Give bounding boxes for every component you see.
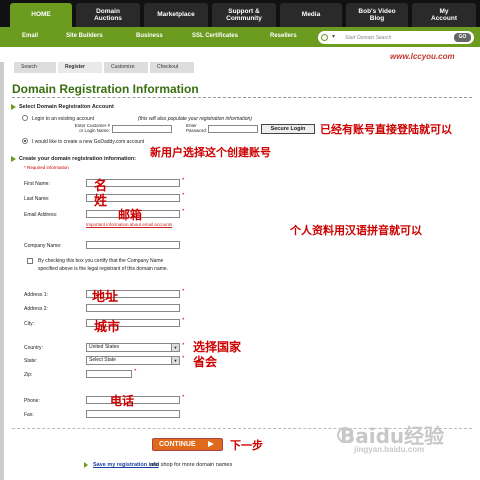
state-value: Select State xyxy=(89,357,116,363)
nav-tab-support[interactable]: Support & Community xyxy=(212,3,276,27)
annotation-address: 地址 xyxy=(92,290,119,305)
site-watermark-url: www.lccyou.com xyxy=(390,52,455,61)
required-mark: * xyxy=(134,369,137,375)
password-label: Enter Password: xyxy=(186,123,208,133)
subnav-business[interactable]: Business xyxy=(136,33,163,39)
fax-field[interactable] xyxy=(86,410,180,418)
save-registration-link[interactable]: Save my registration info xyxy=(93,462,159,468)
state-select[interactable]: Select State ▼ xyxy=(86,356,180,365)
required-note: * Required information xyxy=(24,165,69,170)
required-mark: * xyxy=(182,289,185,295)
create-heading: Create your domain registration informat… xyxy=(19,156,137,162)
nav-tab-domain-auctions[interactable]: Domain Auctions xyxy=(76,3,140,27)
nav-tab-blog[interactable]: Bob's Video Blog xyxy=(346,3,408,27)
step-search[interactable]: Search xyxy=(14,62,56,73)
address2-label: Address 2: xyxy=(24,306,48,312)
divider xyxy=(12,97,472,98)
step-customize[interactable]: Customize xyxy=(104,62,148,73)
company-label: Company Name: xyxy=(24,243,62,249)
annotation-phone: 电话 xyxy=(110,394,135,408)
nav-tab-home[interactable]: HOME xyxy=(10,3,72,27)
required-mark: * xyxy=(182,209,185,215)
city-label: City: xyxy=(24,321,34,327)
chevron-down-icon[interactable]: ▾ xyxy=(332,33,342,42)
zip-field[interactable] xyxy=(86,370,132,378)
address2-field[interactable] xyxy=(86,304,180,312)
subnav-site-builders[interactable]: Site Builders xyxy=(66,33,103,39)
search-icon[interactable] xyxy=(321,34,328,41)
annotation-city: 城市 xyxy=(94,320,121,335)
play-arrow-icon xyxy=(208,441,214,447)
new-account-label: I would like to create a new GoDaddy.com… xyxy=(32,139,145,145)
secure-login-button[interactable]: Secure Login xyxy=(261,124,315,134)
existing-account-label: Login to an existing account xyxy=(32,116,94,122)
nav-tab-media[interactable]: Media xyxy=(280,3,342,27)
required-mark: * xyxy=(182,343,185,349)
country-value: United States xyxy=(89,344,120,350)
link-arrow-icon xyxy=(84,462,90,468)
subnav-email[interactable]: Email xyxy=(22,33,38,39)
country-select[interactable]: United States ▼ xyxy=(86,343,180,352)
nav-tab-marketplace[interactable]: Marketplace xyxy=(144,3,208,27)
top-nav: HOME Domain Auctions Marketplace Support… xyxy=(0,0,480,27)
annotation-last: 姓 xyxy=(94,194,108,209)
required-mark: * xyxy=(182,178,185,184)
fax-label: Fax: xyxy=(24,412,34,418)
subnav-ssl[interactable]: SSL Certificates xyxy=(192,33,238,39)
required-mark: * xyxy=(182,193,185,199)
zip-label: Zip: xyxy=(24,372,33,378)
baidu-watermark-url: jingyan.baidu.com xyxy=(354,445,425,454)
customer-login-field[interactable] xyxy=(112,125,172,133)
save-link-suffix: and shop for more domain names xyxy=(150,462,233,468)
required-mark: * xyxy=(182,395,185,401)
left-rail xyxy=(0,62,4,480)
existing-account-note: (this will also populate your registrati… xyxy=(138,116,252,122)
required-mark: * xyxy=(182,318,185,324)
email-info-link[interactable]: Important information about email accoun… xyxy=(86,222,172,227)
annotation-new-user: 新用户选择这个创建账号 xyxy=(150,146,271,159)
password-field[interactable] xyxy=(208,125,258,133)
company-certify-text: By checking this box you certify that th… xyxy=(38,258,169,272)
chevron-down-icon: ▼ xyxy=(171,357,179,364)
address1-label: Address 1: xyxy=(24,292,48,298)
annotation-login: 已经有账号直接登陆就可以 xyxy=(320,123,452,136)
section-arrow-icon xyxy=(11,156,17,162)
subnav-resellers[interactable]: Resellers xyxy=(270,33,297,39)
company-certify-checkbox[interactable] xyxy=(27,258,33,264)
chevron-down-icon: ▼ xyxy=(171,344,179,351)
phone-label: Phone: xyxy=(24,398,40,404)
required-mark: * xyxy=(182,356,185,362)
step-checkout[interactable]: Checkout xyxy=(150,62,194,73)
company-field[interactable] xyxy=(86,241,180,249)
state-label: State: xyxy=(24,358,38,364)
last-name-label: Last Name: xyxy=(24,196,50,202)
annotation-next: 下一步 xyxy=(230,439,263,452)
nav-tab-my-account[interactable]: My Account xyxy=(412,3,476,27)
go-button[interactable]: GO xyxy=(454,33,471,42)
country-label: Country: xyxy=(24,345,43,351)
annotation-province: 省会 xyxy=(193,355,218,369)
first-name-label: First Name: xyxy=(24,181,50,187)
existing-account-radio[interactable] xyxy=(22,115,28,121)
new-account-radio[interactable] xyxy=(22,138,28,144)
annotation-email: 邮箱 xyxy=(118,208,143,222)
section-arrow-icon xyxy=(11,104,17,110)
page-title: Domain Registration Information xyxy=(12,82,199,96)
annotation-pinyin: 个人资料用汉语拼音就可以 xyxy=(290,224,422,237)
step-register: Register xyxy=(58,62,102,73)
email-label: Email Address: xyxy=(24,212,58,218)
search-placeholder: Start Domain Search xyxy=(345,35,392,41)
select-account-heading: Select Domain Registration Account xyxy=(19,104,114,110)
customer-label: Enter Customer # or Login Name: xyxy=(74,123,110,133)
